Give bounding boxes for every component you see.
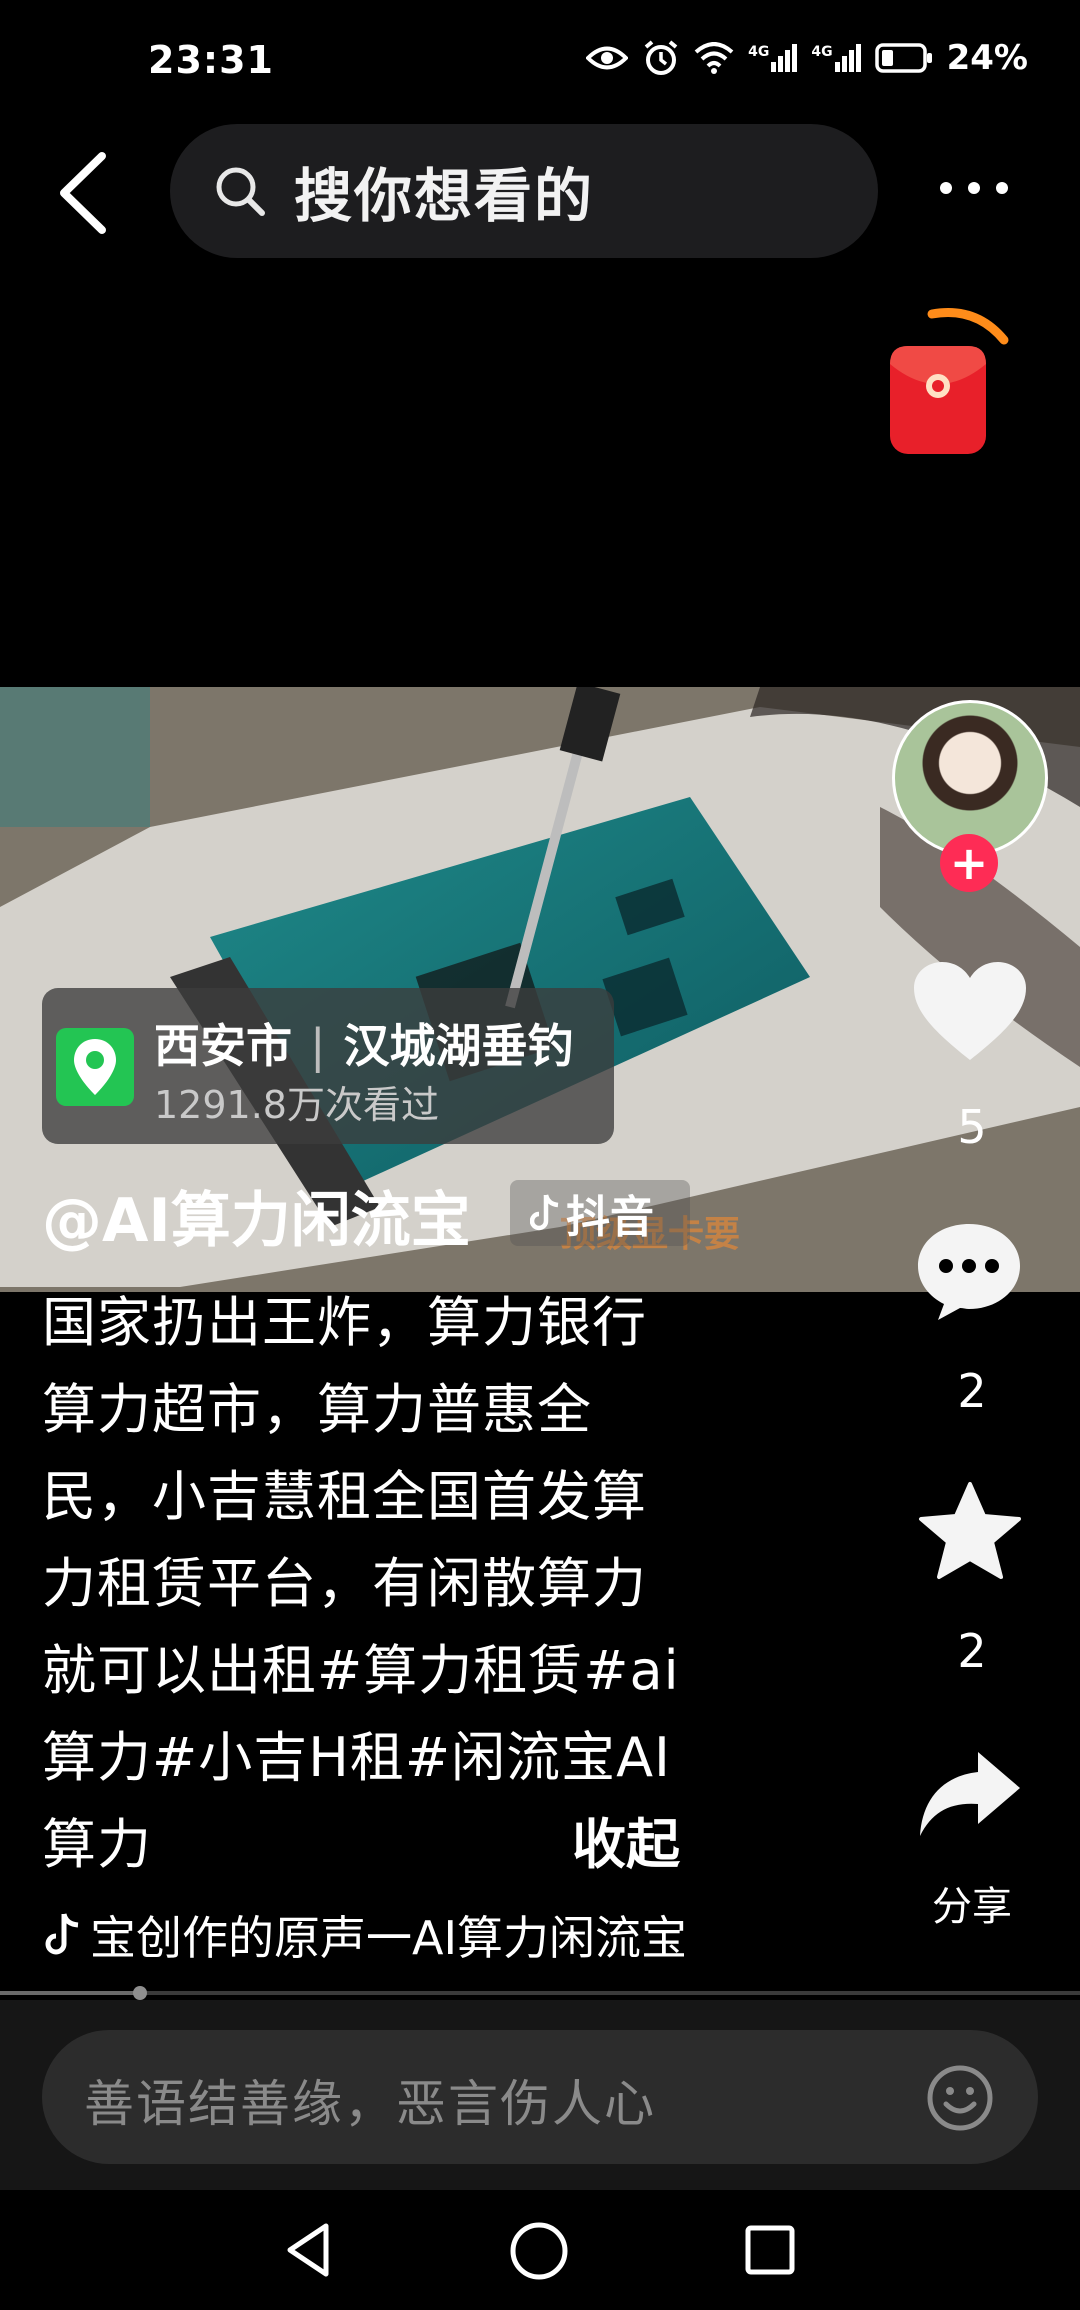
- caption-line: 算力#小吉H租#闲流宝AI: [42, 1726, 671, 1789]
- like-count: 5: [957, 1100, 987, 1154]
- caption-line: 算力: [42, 1813, 152, 1876]
- caption-line: 民，小吉慧租全国首发算: [42, 1465, 647, 1528]
- square-recents-icon: [745, 2225, 795, 2275]
- search-bar[interactable]: 搜你想看的: [170, 124, 878, 258]
- status-time: 23:31: [148, 38, 274, 82]
- favorite-count: 2: [957, 1624, 987, 1678]
- signal-icon-1: 4G: [748, 44, 798, 72]
- battery-icon: [874, 43, 932, 73]
- system-nav-bar: [0, 2190, 1080, 2310]
- progress-track[interactable]: [0, 1991, 1080, 1995]
- comment-button[interactable]: [914, 1220, 1024, 1324]
- follow-button[interactable]: +: [940, 834, 998, 892]
- nav-back-button[interactable]: [280, 2220, 340, 2280]
- red-envelope-icon: [890, 307, 1009, 454]
- emoji-button[interactable]: [926, 2064, 994, 2132]
- caption-line: 算力超市，算力普惠全: [42, 1378, 592, 1441]
- star-icon: [919, 1482, 1021, 1579]
- search-icon: [216, 167, 265, 216]
- caption-line: 就可以出租#算力租赁#ai: [42, 1639, 680, 1702]
- watermark-text: 抖音: [566, 1192, 654, 1243]
- alarm-icon: [644, 40, 678, 75]
- comment-count: 2: [957, 1364, 987, 1418]
- collapse-button[interactable]: 收起: [572, 1800, 680, 1879]
- douyin-logo-icon: [530, 1194, 559, 1231]
- favorite-button[interactable]: [916, 1480, 1024, 1584]
- more-dots-icon: [940, 182, 1008, 194]
- battery-percent: 24%: [946, 38, 1028, 78]
- search-placeholder: 搜你想看的: [294, 162, 595, 230]
- douyin-watermark: 抖音: [510, 1180, 690, 1246]
- back-button[interactable]: [50, 148, 120, 238]
- author-name[interactable]: @AI算力闲流宝: [42, 1172, 471, 1259]
- share-button[interactable]: [916, 1748, 1024, 1842]
- triangle-back-icon: [287, 2223, 329, 2277]
- nav-recents-button[interactable]: [740, 2220, 800, 2280]
- comment-placeholder: 善语结善缘，恶言伤人心: [84, 2075, 656, 2133]
- like-button[interactable]: [912, 960, 1028, 1064]
- music-row[interactable]: 宝创作的原声一AI算力闲流宝: [42, 1902, 712, 1968]
- location-title: 西安市 | 汉城湖垂钓: [154, 1010, 574, 1076]
- status-icons: 4G 4G 24%: [586, 38, 1028, 78]
- signal-icon-2: 4G: [811, 44, 861, 72]
- progress-handle[interactable]: [133, 1986, 147, 2000]
- location-city: 西安市: [154, 1019, 292, 1073]
- chevron-left-icon: [60, 152, 106, 234]
- eye-icon: [586, 46, 629, 70]
- heart-icon: [914, 962, 1026, 1060]
- share-label: 分享: [932, 1884, 1012, 1930]
- music-note-icon: [45, 1913, 79, 1955]
- comment-bubble-icon: [918, 1224, 1020, 1320]
- nav-home-button[interactable]: [508, 2220, 570, 2282]
- share-arrow-icon: [920, 1752, 1020, 1836]
- progress-fill: [0, 1991, 140, 1995]
- music-title: 宝创作的原声一AI算力闲流宝: [90, 1911, 688, 1965]
- wifi-icon: [694, 42, 734, 74]
- location-chip[interactable]: 西安市 | 汉城湖垂钓 1291.8万次看过: [42, 988, 614, 1144]
- location-place: 汉城湖垂钓: [343, 1019, 574, 1073]
- location-separator: |: [310, 1019, 326, 1073]
- author-avatar[interactable]: [892, 700, 1048, 856]
- caption-line: 国家扔出王炸，算力银行: [42, 1291, 647, 1354]
- more-button[interactable]: [934, 168, 1014, 208]
- avatar-image: [892, 700, 1048, 856]
- circle-home-icon: [510, 2222, 568, 2280]
- location-pin-icon: [56, 1028, 134, 1106]
- caption-line: 力租赁平台，有闲散算力: [42, 1552, 647, 1615]
- location-views: 1291.8万次看过: [154, 1083, 439, 1127]
- comment-input[interactable]: 善语结善缘，恶言伤人心: [42, 2030, 1038, 2164]
- red-packet-button[interactable]: [886, 300, 1016, 460]
- emoji-icon: [927, 2065, 993, 2131]
